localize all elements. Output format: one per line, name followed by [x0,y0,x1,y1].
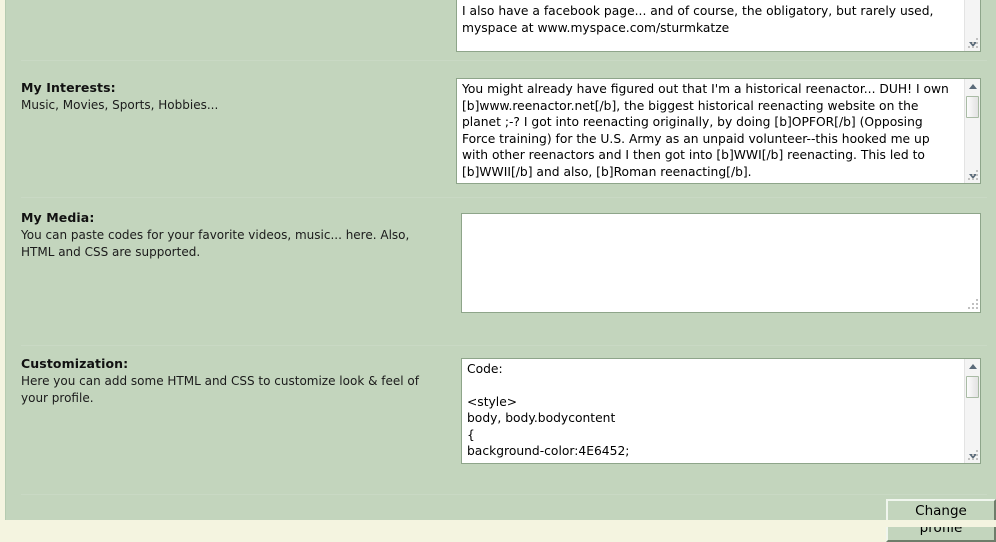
scroll-up-icon[interactable] [965,359,980,374]
contact-textarea[interactable]: I also have a facebook page... and of co… [456,0,981,52]
customization-label-block: Customization: Here you can add some HTM… [21,356,441,406]
customization-title: Customization: [21,356,129,371]
my-media-description: You can paste codes for your favorite vi… [21,228,410,259]
profile-edit-page: I also have a facebook page... and of co… [0,0,996,542]
customization-textarea-value: Code: <style> body, body.bodycontent { b… [467,362,630,459]
my-media-title: My Media: [21,210,95,225]
my-media-textarea[interactable] [461,213,981,313]
resize-grip-icon[interactable] [967,38,978,49]
my-interests-title: My Interests: [21,80,116,95]
contact-textarea-value: I also have a facebook page... and of co… [462,4,938,35]
section-divider [21,197,987,198]
content-pane: I also have a facebook page... and of co… [5,0,996,542]
resize-grip-icon[interactable] [967,170,978,181]
my-media-label-block: My Media: You can paste codes for your f… [21,210,441,260]
my-interests-textarea[interactable]: You might already have figured out that … [456,78,981,184]
my-interests-textarea-scrollbar[interactable] [964,79,980,183]
section-divider [21,60,987,61]
customization-textarea-scrollbar[interactable] [964,359,980,463]
my-interests-description: Music, Movies, Sports, Hobbies... [21,98,219,112]
customization-textarea[interactable]: Code: <style> body, body.bodycontent { b… [461,358,981,464]
resize-grip-icon[interactable] [967,450,978,461]
customization-description: Here you can add some HTML and CSS to cu… [21,374,419,405]
scrollbar-thumb[interactable] [966,96,979,118]
scrollbar-thumb[interactable] [966,376,979,398]
my-interests-label-block: My Interests: Music, Movies, Sports, Hob… [21,80,441,114]
footer-divider [21,494,987,495]
bottom-strip [0,520,996,527]
resize-grip-icon[interactable] [967,299,978,310]
scroll-up-icon[interactable] [965,79,980,94]
my-interests-textarea-value: You might already have figured out that … [462,82,953,179]
section-divider [21,345,987,346]
